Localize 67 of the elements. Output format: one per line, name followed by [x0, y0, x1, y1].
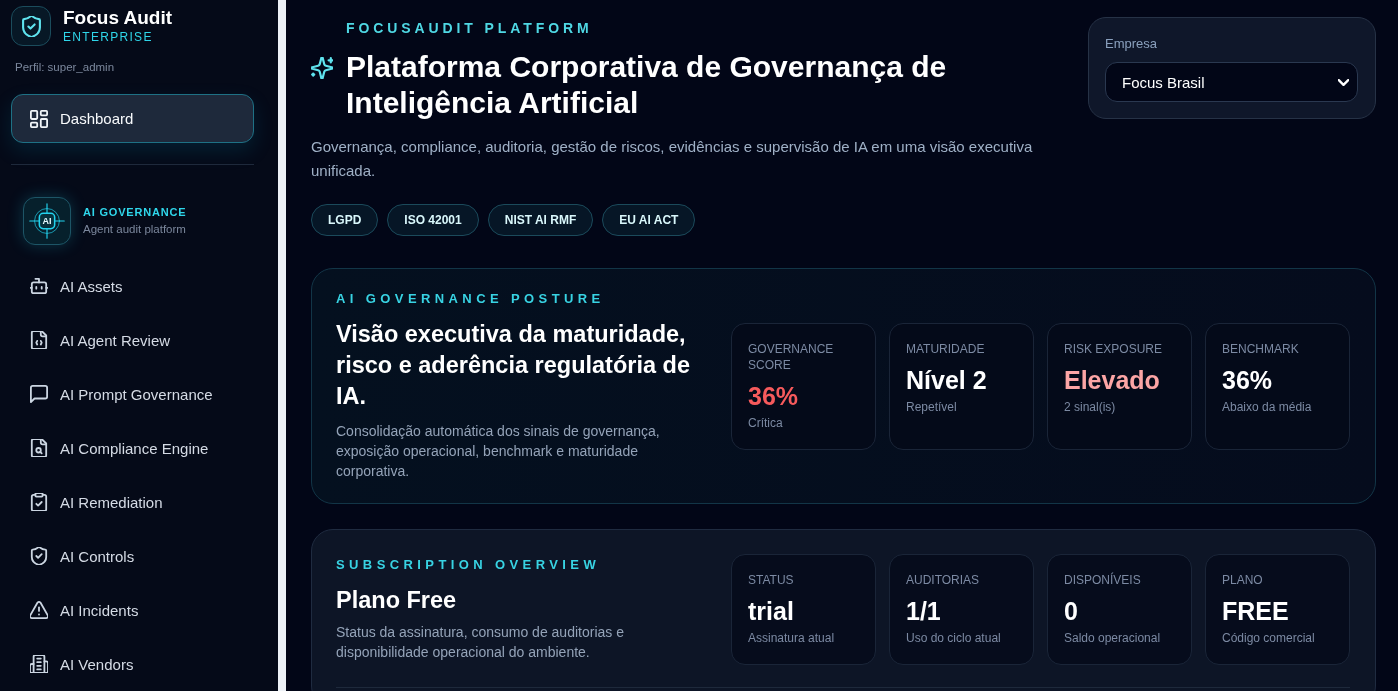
metric-value: 0: [1064, 596, 1079, 627]
sidebar-item[interactable]: Dashboard: [11, 94, 254, 143]
file-search-icon: [30, 439, 48, 457]
section-heading: Plano Free: [336, 586, 458, 615]
metric-label: GOVERNANCE SCORE: [748, 340, 835, 373]
sidebar-item[interactable]: AI Agent Review: [11, 313, 254, 367]
page-description: Governança, compliance, auditoria, gestão de riscos, evidências e supervisão de IA em uma visão executiva unificada.: [311, 137, 1034, 181]
metric-caption: Abaixo da média: [1222, 398, 1313, 415]
section-description: Consolidação automática dos sinais de governança, exposição operacional, benchmark e maturidade corporativa.: [336, 422, 661, 481]
section-heading: Visão executiva da maturidade, risco e aderência regulatória de IA.: [336, 320, 691, 411]
framework-tag: NIST AI RMF: [487, 204, 594, 236]
sidebar-item[interactable]: AI Incidents: [11, 583, 254, 637]
code-file-icon: [30, 331, 48, 349]
profile-label: Perfil: super_admin: [14, 60, 116, 74]
chevron-down-icon: [1338, 78, 1349, 86]
field-label: Empresa: [1105, 35, 1159, 53]
metric-label: STATUS: [748, 572, 795, 588]
metric-label: BENCHMARK: [1222, 340, 1300, 357]
metric-caption: Código comercial: [1222, 630, 1316, 646]
metric-value: 1/1: [906, 596, 942, 627]
metric-caption: Assinatura atual: [748, 630, 836, 646]
section-eyebrow: SUBSCRIPTION OVERVIEW: [336, 557, 602, 573]
robot-icon: [30, 277, 48, 295]
sidebar-item[interactable]: AI Remediation: [11, 475, 254, 529]
shield-check-icon: [11, 6, 51, 46]
section-subtitle: Agent audit platform: [83, 222, 187, 236]
ai-chip-logo: AI: [23, 197, 71, 245]
section-eyebrow: AI GOVERNANCE POSTURE: [336, 291, 606, 307]
framework-tag: LGPD: [311, 204, 379, 236]
metric-value: Elevado: [1064, 364, 1161, 396]
warning-icon: [30, 601, 48, 619]
page-title: Plataforma Corporativa de Governança de Inteligência Artificial: [346, 49, 948, 121]
layout-grid-icon: [30, 109, 48, 128]
sidebar-item[interactable]: AI Assets: [11, 259, 254, 313]
sidebar-scrollbar[interactable]: [278, 0, 286, 691]
metric-label: DISPONÍVEIS: [1064, 572, 1142, 588]
section-title: AI GOVERNANCE: [83, 206, 187, 219]
edition-label: ENTERPRISE: [63, 30, 154, 45]
metric-label: AUDITORIAS: [906, 572, 981, 588]
company-select[interactable]: Focus Brasil: [1105, 62, 1358, 102]
framework-tag: EU AI ACT: [602, 204, 696, 236]
metric-value: Nível 2: [906, 364, 988, 396]
metric-caption: Repetível: [906, 398, 958, 415]
sidebar-item[interactable]: AI Vendors: [11, 637, 254, 691]
metric-caption: 2 sinal(is): [1064, 398, 1117, 415]
metric-value: 36%: [748, 380, 800, 412]
metric-caption: Saldo operacional: [1064, 630, 1162, 646]
section-description: Status da assinatura, consumo de auditorias e disponibilidade operacional do ambiente.: [336, 623, 625, 662]
chat-bubble-icon: [30, 385, 48, 403]
metric-value: trial: [748, 596, 795, 627]
sparkle-icon: [311, 57, 333, 79]
clipboard-check-icon: [30, 493, 48, 511]
metric-label: PLANO: [1222, 572, 1264, 588]
sidebar-item[interactable]: AI Controls: [11, 529, 254, 583]
framework-tag: ISO 42001: [387, 204, 479, 236]
metric-value: 36%: [1222, 364, 1274, 396]
sidebar-item[interactable]: AI Prompt Governance: [11, 367, 254, 421]
shield-check-icon: [30, 547, 48, 565]
metric-value: FREE: [1222, 596, 1290, 627]
metric-label: MATURIDADE: [906, 340, 986, 357]
sidebar-item[interactable]: AI Compliance Engine: [11, 421, 254, 475]
metric-caption: Uso do ciclo atual: [906, 630, 1002, 646]
metric-label: RISK EXPOSURE: [1064, 340, 1164, 357]
app-name: Focus Audit: [63, 7, 173, 29]
eyebrow-label: FOCUSAUDIT PLATFORM: [345, 20, 594, 36]
metric-caption: Crítica: [748, 414, 784, 431]
building-icon: [30, 655, 48, 673]
